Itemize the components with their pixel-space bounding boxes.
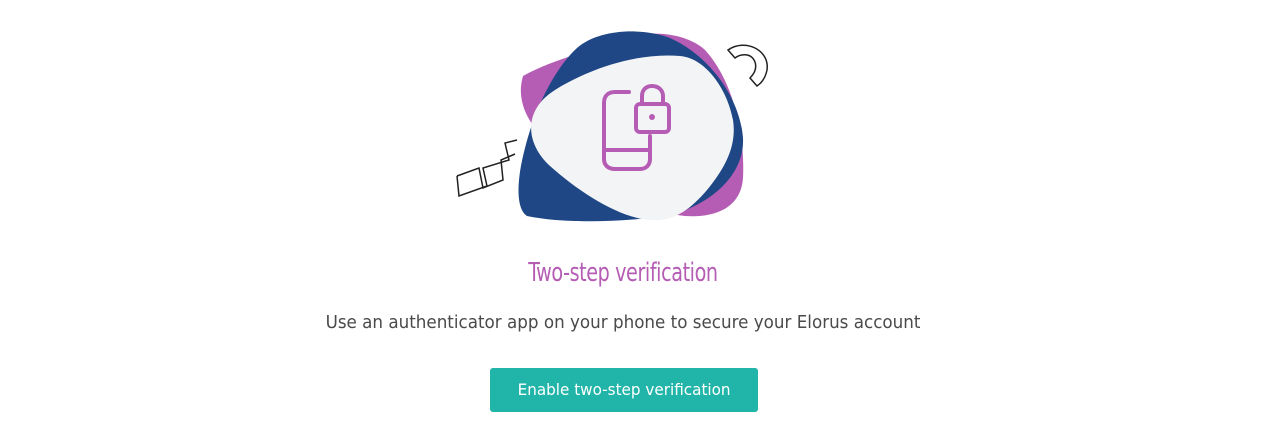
enable-two-step-button[interactable]: Enable two-step verification	[490, 368, 758, 412]
page-description: Use an authenticator app on your phone t…	[325, 312, 921, 333]
enable-two-step-button-label: Enable two-step verification	[517, 380, 731, 399]
page-title: Two-step verification	[528, 258, 718, 288]
two-step-verification-page: Two-step verification Use an authenticat…	[0, 0, 1283, 439]
arc-decoration-icon	[726, 44, 768, 87]
two-step-illustration	[456, 31, 768, 222]
zigzag-decoration-icon	[456, 139, 518, 198]
